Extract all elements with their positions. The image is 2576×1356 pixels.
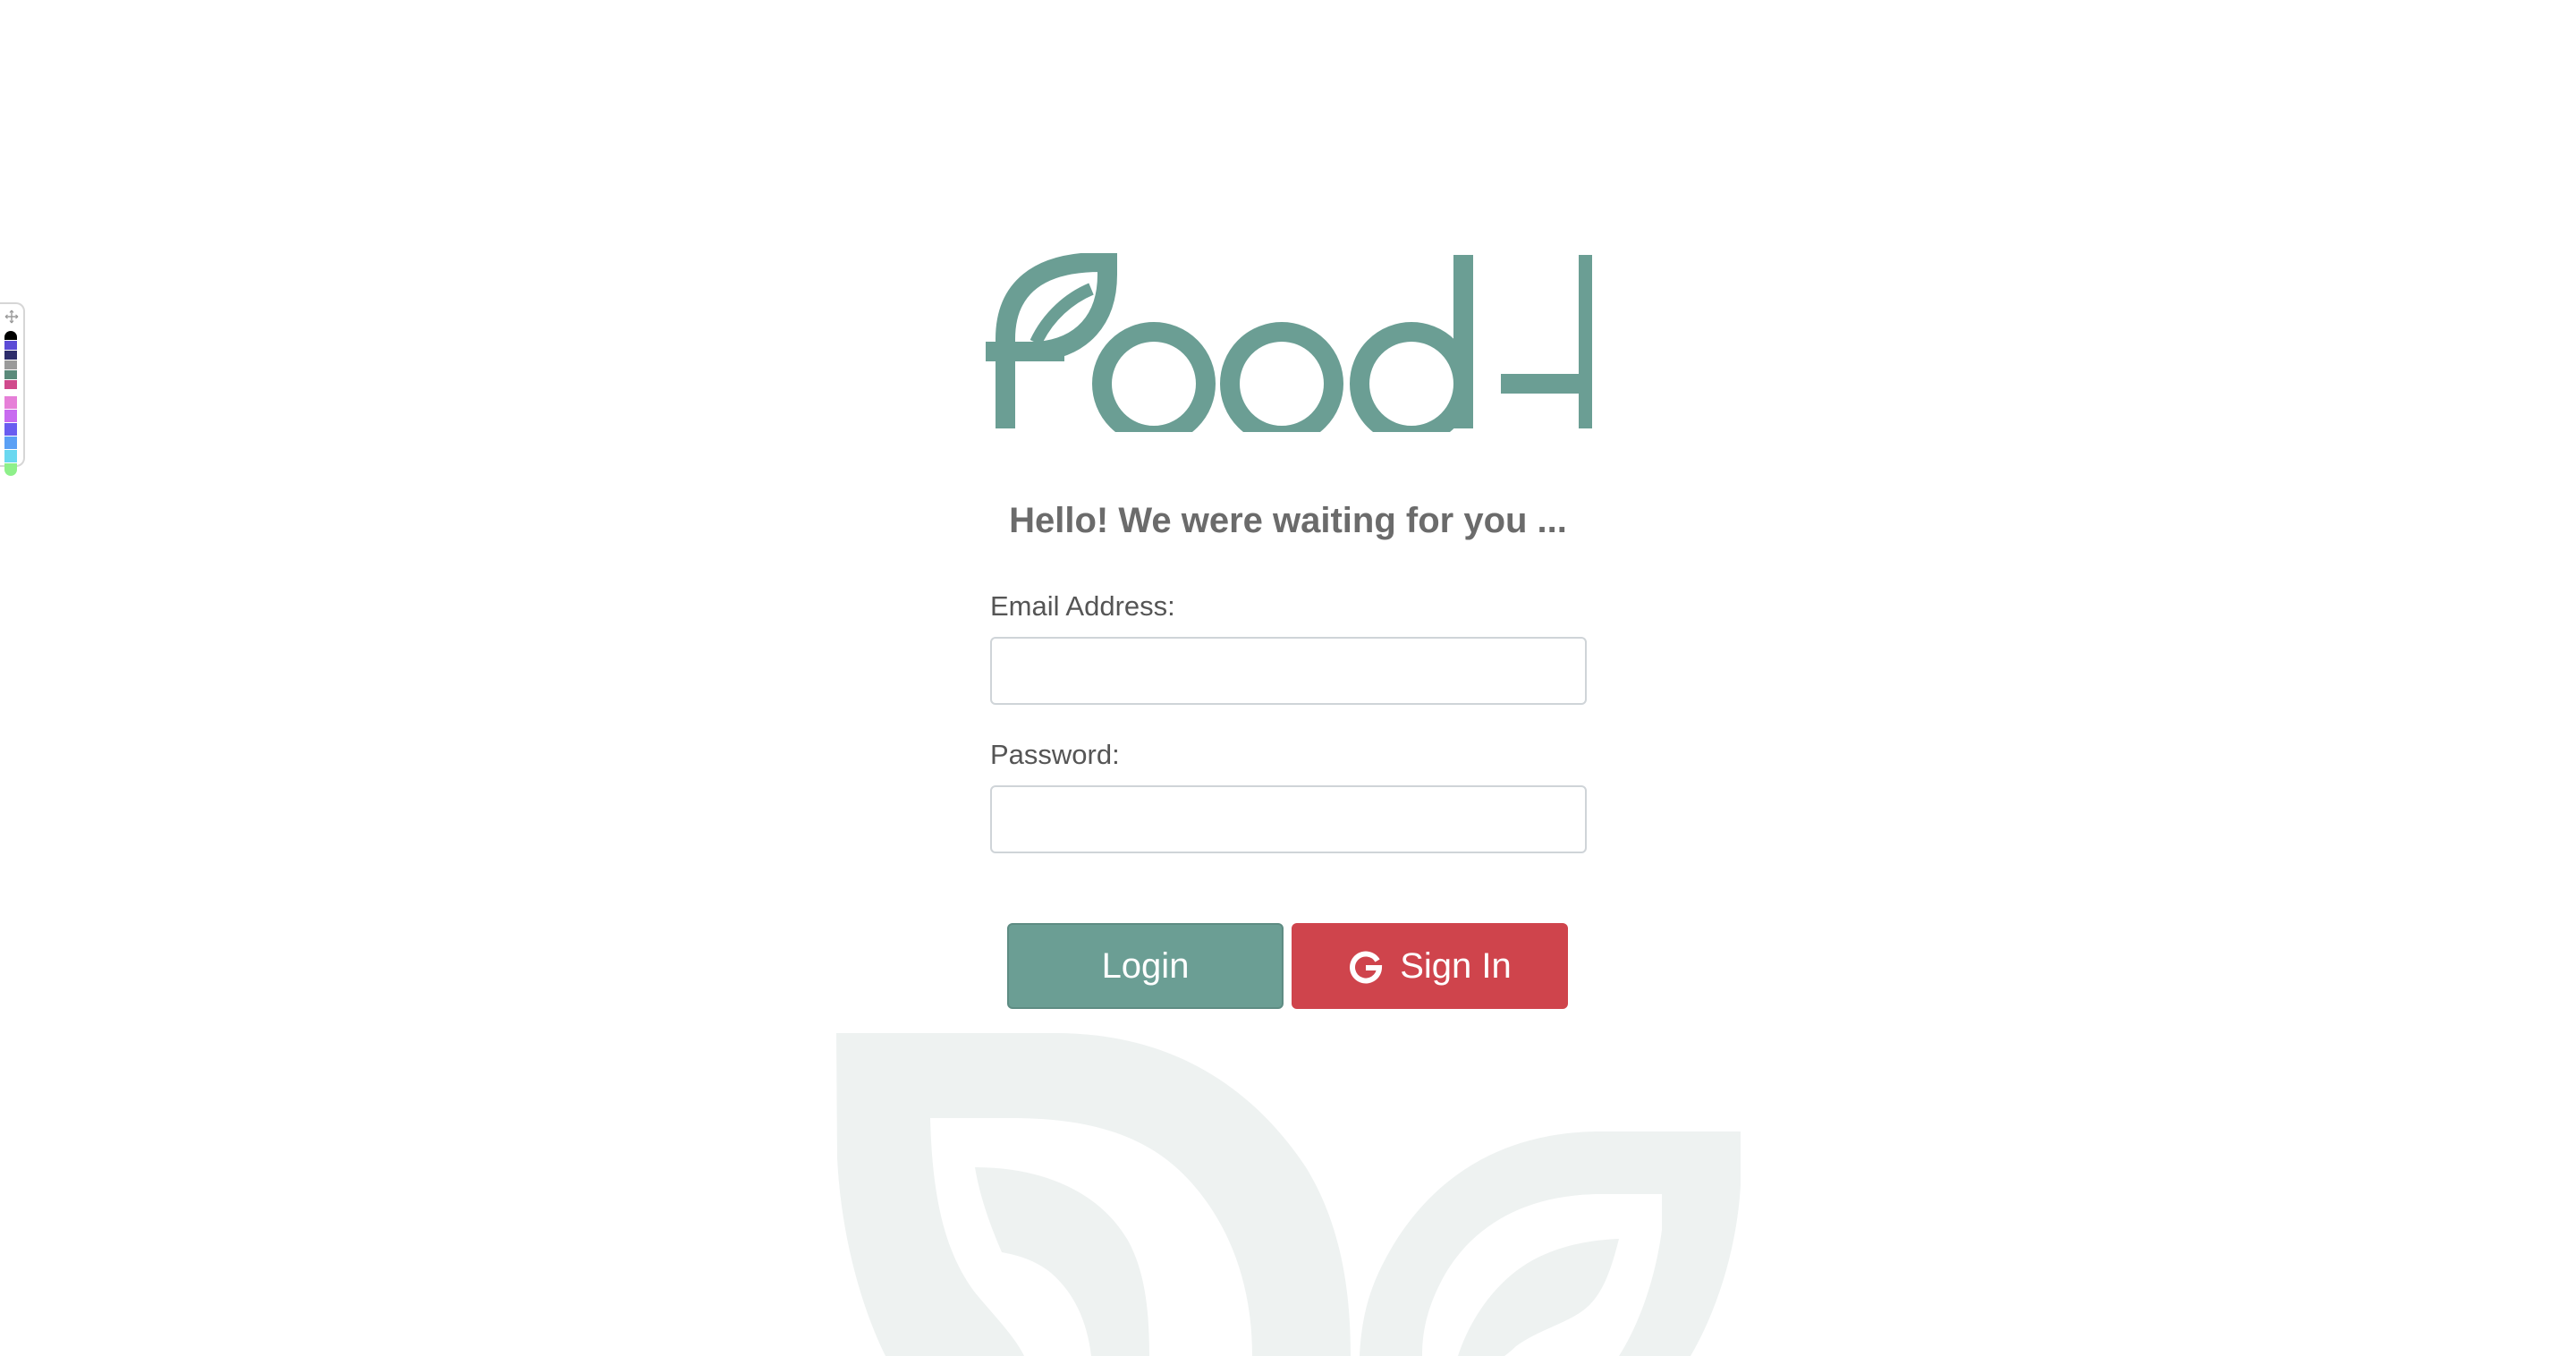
action-buttons: Login Sign In: [1007, 923, 1569, 1009]
password-input[interactable]: [990, 785, 1587, 853]
palette-swatch[interactable]: [4, 450, 17, 462]
move-icon[interactable]: [4, 309, 19, 324]
palette-swatch[interactable]: [4, 380, 17, 389]
login-page: Hello! We were waiting for you ... Email…: [0, 0, 2576, 1356]
login-button[interactable]: Login: [1007, 923, 1284, 1009]
foodel-logo: [986, 253, 1592, 432]
greeting-text: Hello! We were waiting for you ...: [1009, 501, 1567, 540]
palette-swatch[interactable]: [4, 396, 17, 409]
palette-swatch[interactable]: [4, 370, 17, 379]
login-form: Email Address: Password:: [990, 590, 1587, 853]
color-palette-widget[interactable]: [0, 302, 25, 476]
palette-swatch[interactable]: [4, 360, 17, 369]
palette-swatch[interactable]: [4, 351, 17, 360]
palette-swatch[interactable]: [4, 341, 17, 350]
palette-swatch[interactable]: [4, 463, 17, 476]
google-sign-in-button[interactable]: Sign In: [1292, 923, 1568, 1009]
background-leaves-graphic: [836, 1033, 1741, 1356]
palette-swatch[interactable]: [4, 331, 17, 340]
google-g-icon: [1350, 951, 1383, 984]
email-input[interactable]: [990, 637, 1587, 705]
email-label: Email Address:: [990, 590, 1175, 622]
palette-swatch[interactable]: [4, 410, 17, 422]
login-button-label: Login: [1101, 945, 1190, 986]
palette-swatch[interactable]: [4, 423, 17, 436]
palette-swatch[interactable]: [4, 436, 17, 449]
google-sign-in-label: Sign In: [1400, 945, 1512, 986]
password-label: Password:: [990, 739, 1120, 770]
